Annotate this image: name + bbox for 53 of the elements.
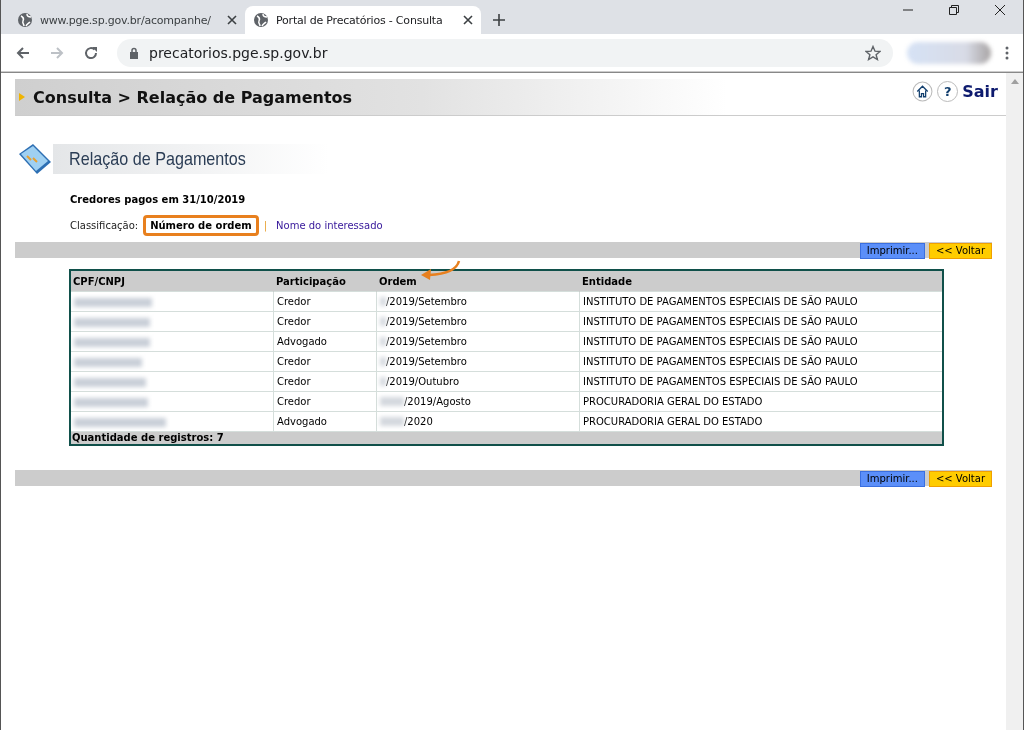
- column-header: CPF/CNPJ: [70, 270, 274, 292]
- lock-icon: [129, 46, 139, 59]
- action-button[interactable]: Imprimir...: [859, 471, 925, 487]
- action-button[interactable]: << Voltar: [928, 243, 992, 259]
- scrollbar[interactable]: [1006, 73, 1023, 730]
- table-cell: Credor: [273, 351, 377, 372]
- blurred-text: [74, 357, 142, 367]
- browser-tab[interactable]: Portal de Precatórios - Consulta: [245, 6, 481, 34]
- star-icon[interactable]: [865, 44, 881, 61]
- column-header: Participação: [273, 270, 377, 292]
- table-cell: /2019/Setembro: [386, 315, 467, 327]
- table-cell: Advogado: [273, 331, 377, 352]
- address-bar[interactable]: precatorios.pge.sp.gov.br: [117, 38, 893, 67]
- menu-icon[interactable]: [1005, 44, 1009, 61]
- annotation-arrow: [419, 259, 463, 281]
- sort-label: Classificação:: [70, 220, 139, 231]
- subtitle: Credores pagos em 31/10/2019: [70, 194, 246, 205]
- browser-tab[interactable]: www.pge.sp.gov.br/acompanhe/: [9, 6, 245, 34]
- table-cell: Advogado: [273, 411, 377, 432]
- close-tab-icon[interactable]: [227, 15, 237, 25]
- close-icon[interactable]: [994, 4, 1006, 16]
- action-button[interactable]: << Voltar: [928, 471, 992, 487]
- table-cell: INSTITUTO DE PAGAMENTOS ESPECIAIS DE SÃO PAULO: [579, 291, 943, 312]
- sort-option[interactable]: Número de ordem: [143, 215, 259, 236]
- restore-icon[interactable]: [948, 4, 960, 16]
- home-icon[interactable]: [912, 81, 934, 102]
- table-cell: /2019/Agosto: [404, 395, 471, 407]
- globe-icon: [253, 12, 269, 28]
- table-cell: /2019/Outubro: [386, 375, 459, 387]
- column-header: Ordem: [376, 270, 580, 292]
- table-cell: Credor: [273, 391, 377, 412]
- blurred-text: [380, 396, 404, 406]
- book-icon: [17, 142, 53, 176]
- table-cell: Credor: [273, 291, 377, 312]
- table-cell: /2020: [404, 415, 433, 427]
- table-cell: Credor: [273, 311, 377, 332]
- logout-link[interactable]: Sair: [962, 82, 998, 101]
- column-header: Entidade: [579, 270, 943, 292]
- new-tab-icon[interactable]: [493, 14, 505, 26]
- page-breadcrumb: Consulta > Relação de Pagamentos: [33, 87, 353, 107]
- table-cell: /2019/Setembro: [386, 335, 467, 347]
- section-title: Relação de Pagamentos: [69, 148, 246, 170]
- table-cell: /2019/Setembro: [386, 295, 467, 307]
- bullet-icon: [19, 93, 25, 101]
- blurred-text: [74, 377, 146, 387]
- action-button[interactable]: Imprimir...: [859, 243, 925, 259]
- close-tab-icon[interactable]: [463, 15, 473, 25]
- table-cell: /2019/Setembro: [386, 355, 467, 367]
- sort-option[interactable]: Nome do interessado: [272, 218, 387, 233]
- separator: |: [263, 220, 268, 231]
- blurred-text: [380, 416, 404, 426]
- globe-icon: [17, 12, 33, 28]
- table-cell: Credor: [273, 371, 377, 392]
